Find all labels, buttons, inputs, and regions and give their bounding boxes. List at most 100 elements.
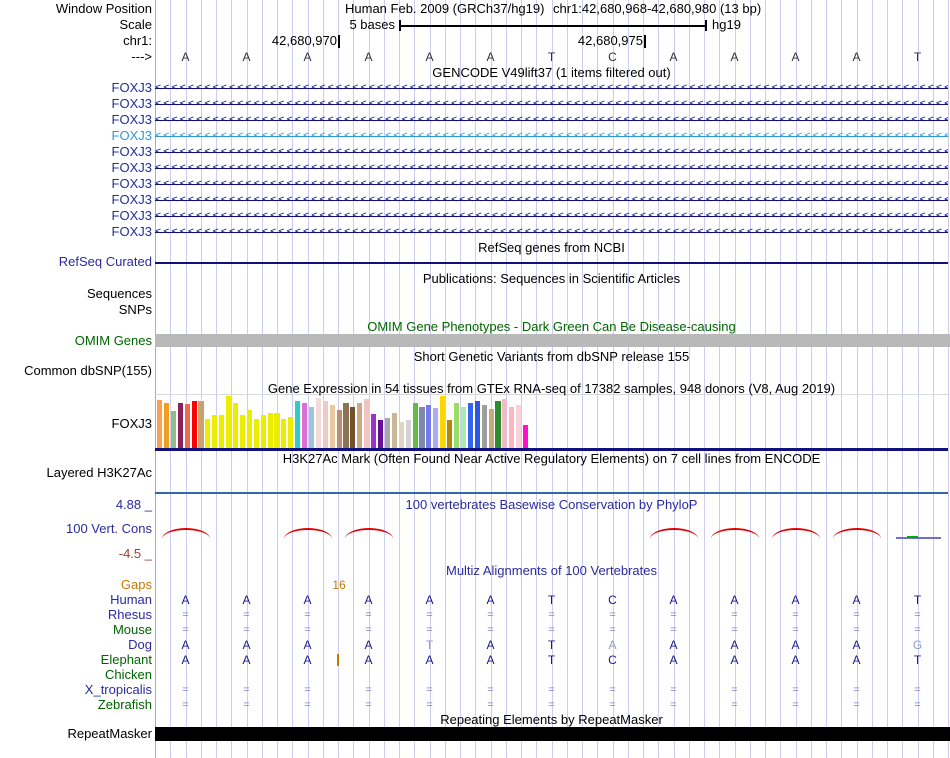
track-title-phylop[interactable]: 100 vertebrates Basewise Conservation by… <box>155 498 948 512</box>
omim-gene-bar[interactable] <box>155 334 950 347</box>
track-label-repeatmasker[interactable]: RepeatMasker <box>67 727 152 741</box>
species-label[interactable]: Dog <box>128 638 152 652</box>
gene-label[interactable]: FOXJ3 <box>112 129 152 143</box>
gtex-bar[interactable] <box>523 425 529 448</box>
track-title-refseq[interactable]: RefSeq genes from NCBI <box>155 241 948 255</box>
track-title-repeatmasker[interactable]: Repeating Elements by RepeatMasker <box>155 713 948 727</box>
gtex-bar[interactable] <box>329 405 335 448</box>
gtex-bar[interactable] <box>350 407 356 448</box>
gtex-bar[interactable] <box>405 420 411 448</box>
species-label[interactable]: Rhesus <box>108 608 152 622</box>
gtex-bar[interactable] <box>170 411 176 448</box>
gene-model-row[interactable]: <<<<<<<<<<<<<<<<<<<<<<<<<<<<<<<<<<<<<<<<… <box>155 97 948 111</box>
track-title-omim[interactable]: OMIM Gene Phenotypes - Dark Green Can Be… <box>155 320 948 334</box>
gtex-bar[interactable] <box>295 401 301 448</box>
gtex-bar[interactable] <box>315 398 321 448</box>
gene-label[interactable]: FOXJ3 <box>112 209 152 223</box>
track-label-layered-h3k27ac[interactable]: Layered H3K27Ac <box>46 466 152 480</box>
gene-model-row[interactable]: <<<<<<<<<<<<<<<<<<<<<<<<<<<<<<<<<<<<<<<<… <box>155 193 948 207</box>
gtex-bar[interactable] <box>433 408 439 448</box>
gtex-bar[interactable] <box>474 401 480 448</box>
gtex-bar[interactable] <box>488 409 494 448</box>
gtex-bar[interactable] <box>391 413 397 448</box>
gene-label[interactable]: FOXJ3 <box>112 145 152 159</box>
species-label[interactable]: Elephant <box>101 653 152 667</box>
gtex-bar[interactable] <box>481 405 487 448</box>
gene-label[interactable]: FOXJ3 <box>112 81 152 95</box>
phylop-peak[interactable] <box>771 528 820 539</box>
gtex-bar[interactable] <box>219 415 225 448</box>
track-label-snps[interactable]: SNPs <box>119 303 152 317</box>
gtex-bar[interactable] <box>447 420 453 448</box>
gtex-bar[interactable] <box>288 417 294 448</box>
species-label[interactable]: X_tropicalis <box>85 683 152 697</box>
track-title-dbsnp[interactable]: Short Genetic Variants from dbSNP releas… <box>155 350 948 364</box>
gtex-bar[interactable] <box>343 403 349 448</box>
gtex-bar[interactable] <box>260 415 266 448</box>
gtex-bar[interactable] <box>163 403 169 448</box>
gtex-bar[interactable] <box>274 413 280 448</box>
gtex-bar[interactable] <box>253 419 259 448</box>
phylop-peak[interactable] <box>344 528 393 539</box>
gene-model-row[interactable]: <<<<<<<<<<<<<<<<<<<<<<<<<<<<<<<<<<<<<<<<… <box>155 129 948 143</box>
track-label-gtex-gene[interactable]: FOXJ3 <box>112 417 152 431</box>
gtex-bar[interactable] <box>371 414 377 448</box>
gtex-bar[interactable] <box>191 401 197 448</box>
gene-label[interactable]: FOXJ3 <box>112 225 152 239</box>
gtex-bar[interactable] <box>322 401 328 448</box>
species-label[interactable]: Mouse <box>113 623 152 637</box>
gene-label[interactable]: FOXJ3 <box>112 177 152 191</box>
gtex-bar[interactable] <box>226 396 232 448</box>
gtex-bar[interactable] <box>516 405 522 448</box>
gtex-bar[interactable] <box>198 401 204 448</box>
gtex-bar[interactable] <box>460 407 466 448</box>
gtex-bar[interactable] <box>212 415 218 448</box>
gene-model-row[interactable]: <<<<<<<<<<<<<<<<<<<<<<<<<<<<<<<<<<<<<<<<… <box>155 81 948 95</box>
species-label[interactable]: Chicken <box>105 668 152 682</box>
track-label-omim-genes[interactable]: OMIM Genes <box>75 334 152 348</box>
gtex-bar[interactable] <box>502 399 508 448</box>
gtex-bar[interactable] <box>267 413 273 448</box>
gtex-bar[interactable] <box>426 405 432 448</box>
gtex-bar[interactable] <box>205 419 211 448</box>
gtex-bar[interactable] <box>378 420 384 448</box>
gtex-bar[interactable] <box>454 403 460 448</box>
gtex-bar[interactable] <box>239 415 245 448</box>
track-title-gencode[interactable]: GENCODE V49lift37 (1 items filtered out) <box>155 66 948 80</box>
gene-label[interactable]: FOXJ3 <box>112 193 152 207</box>
track-title-gtex[interactable]: Gene Expression in 54 tissues from GTEx … <box>155 382 948 396</box>
track-label-100-vert-cons[interactable]: 100 Vert. Cons <box>66 522 152 536</box>
track-title-multiz[interactable]: Multiz Alignments of 100 Vertebrates <box>155 564 948 578</box>
track-label-sequences[interactable]: Sequences <box>87 287 152 301</box>
phylop-flatline[interactable] <box>895 537 941 539</box>
gtex-bar[interactable] <box>184 404 190 448</box>
gtex-bar[interactable] <box>281 419 287 448</box>
gtex-bar[interactable] <box>232 403 239 448</box>
track-title-publications[interactable]: Publications: Sequences in Scientific Ar… <box>155 272 948 286</box>
track-label-common-dbsnp[interactable]: Common dbSNP(155) <box>24 364 152 378</box>
gene-label[interactable]: FOXJ3 <box>112 161 152 175</box>
phylop-peak[interactable] <box>832 528 881 539</box>
gtex-bar[interactable] <box>509 407 515 448</box>
gtex-bar[interactable] <box>246 410 252 448</box>
track-title-h3k27ac[interactable]: H3K27Ac Mark (Often Found Near Active Re… <box>155 452 948 466</box>
phylop-peak[interactable] <box>649 528 698 539</box>
phylop-peak[interactable] <box>710 528 759 539</box>
gene-label[interactable]: FOXJ3 <box>112 97 152 111</box>
gtex-bar[interactable] <box>357 403 363 448</box>
gtex-bar[interactable] <box>412 403 418 448</box>
gtex-bar[interactable] <box>440 396 446 448</box>
gtex-bar[interactable] <box>308 407 315 448</box>
gene-model-row[interactable]: <<<<<<<<<<<<<<<<<<<<<<<<<<<<<<<<<<<<<<<<… <box>155 113 948 127</box>
gene-model-row[interactable]: <<<<<<<<<<<<<<<<<<<<<<<<<<<<<<<<<<<<<<<<… <box>155 177 948 191</box>
gene-model-row[interactable]: <<<<<<<<<<<<<<<<<<<<<<<<<<<<<<<<<<<<<<<<… <box>155 225 948 239</box>
gtex-bar[interactable] <box>336 410 342 448</box>
species-label[interactable]: Human <box>110 593 152 607</box>
gene-model-row[interactable]: <<<<<<<<<<<<<<<<<<<<<<<<<<<<<<<<<<<<<<<<… <box>155 209 948 223</box>
phylop-peak[interactable] <box>283 528 332 539</box>
gtex-bar[interactable] <box>177 403 183 448</box>
species-label[interactable]: Zebrafish <box>98 698 152 712</box>
gene-label[interactable]: FOXJ3 <box>112 113 152 127</box>
track-label-refseq-curated[interactable]: RefSeq Curated <box>59 255 152 269</box>
gtex-bar[interactable] <box>157 400 163 448</box>
